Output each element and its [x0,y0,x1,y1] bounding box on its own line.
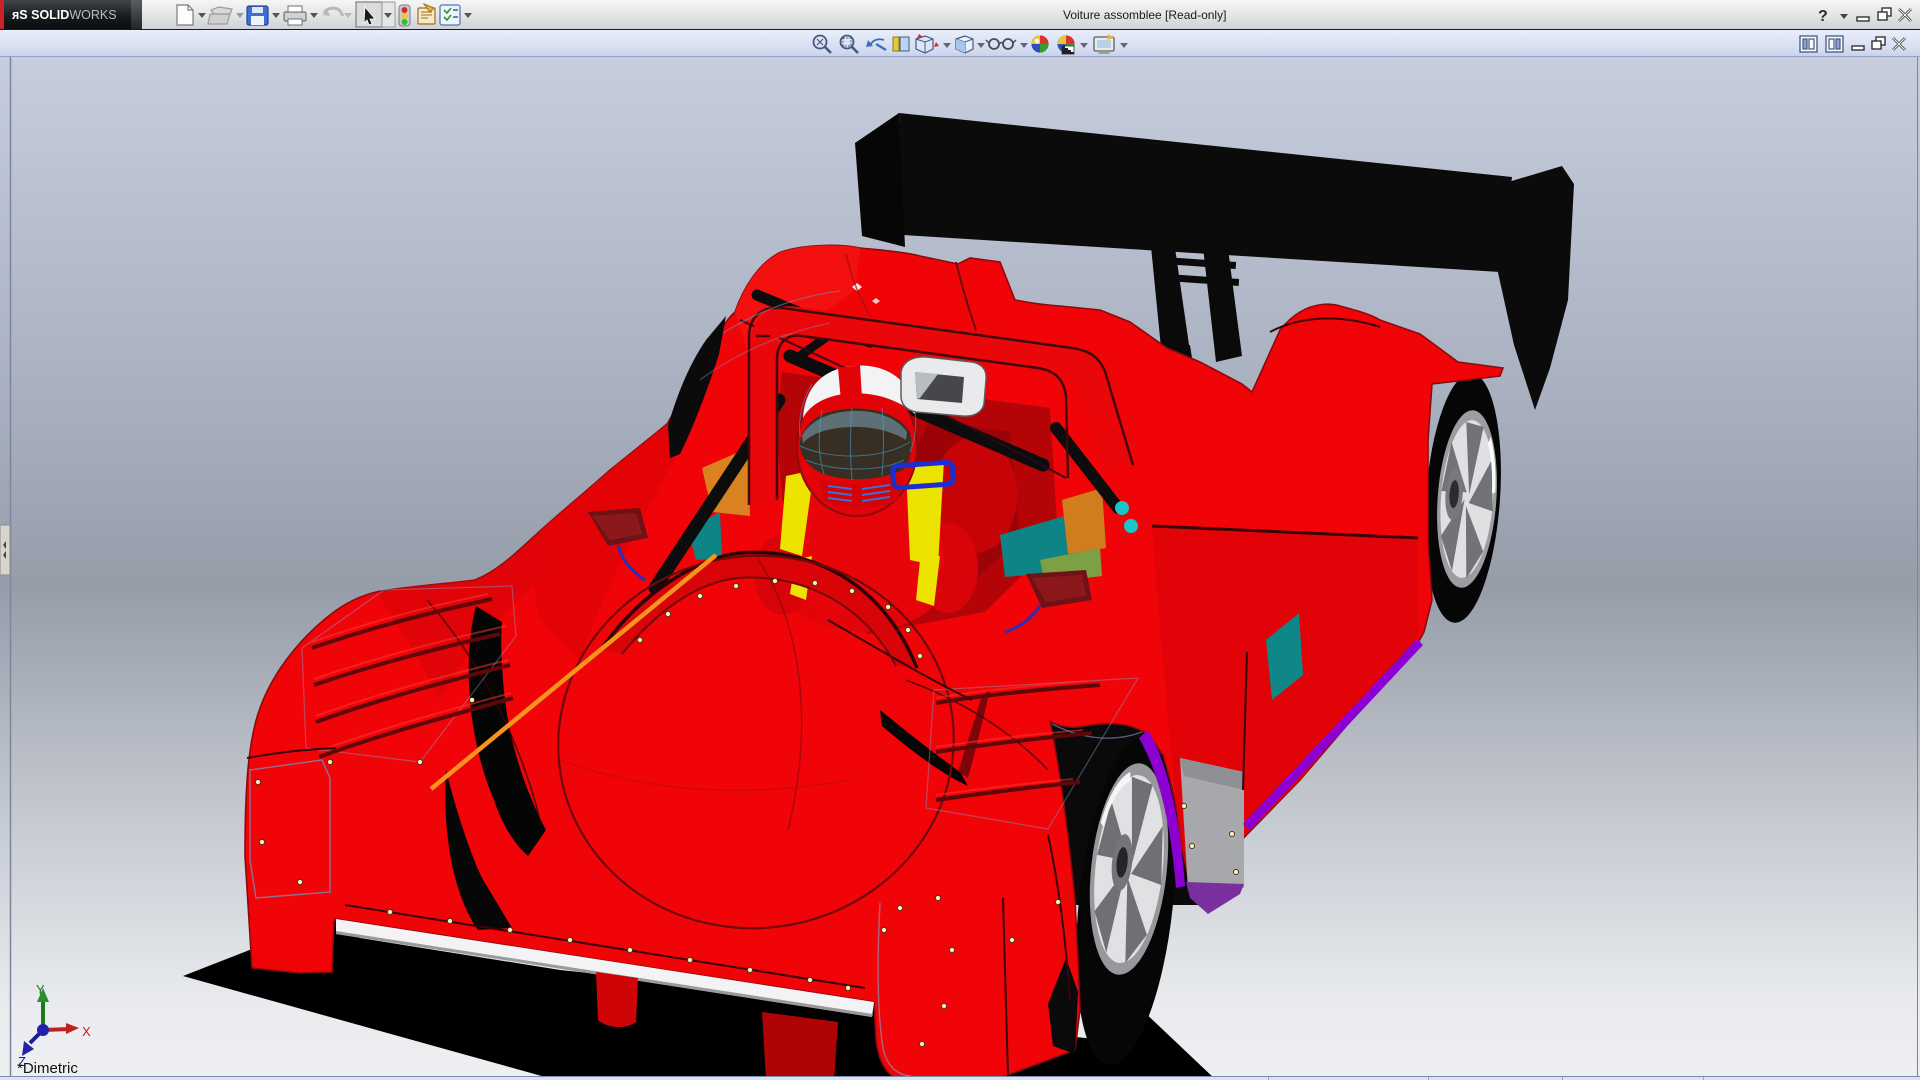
svg-text:?: ? [1818,8,1828,25]
svg-text:X: X [82,1024,91,1039]
svg-text:Y: Y [36,982,45,997]
